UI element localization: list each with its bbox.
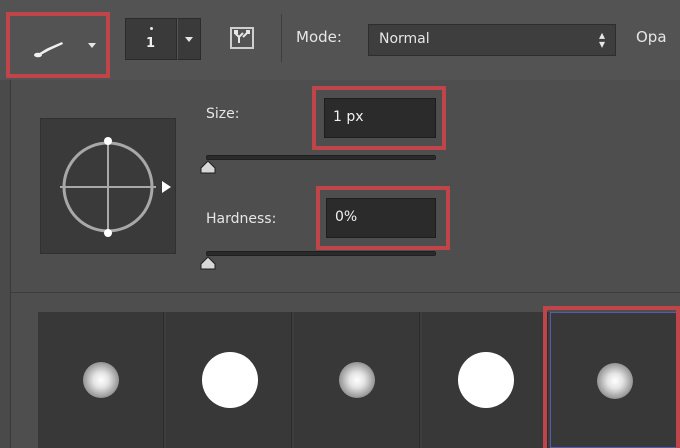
soft-round-brush-icon [83,362,119,398]
mode-label: Mode: [296,28,342,46]
brush-preset-item[interactable] [166,312,292,448]
brush-preset-item[interactable] [294,312,420,448]
brush-preset-item[interactable] [422,312,548,448]
up-down-chevron-icon: ▴ ▾ [598,28,605,51]
hardness-label: Hardness: [206,211,277,227]
brush-angle-roundness-widget[interactable] [40,118,176,254]
hard-round-brush-icon [202,352,258,408]
hardness-input-highlight [316,186,450,250]
blend-mode-value: Normal [379,31,430,47]
opacity-label: Opa [636,28,667,46]
brush-size-dropdown[interactable] [177,18,201,60]
brush-panel-toggle-button[interactable] [222,24,262,54]
tools-panel-edge [0,80,10,448]
hardness-slider-track[interactable] [206,251,436,256]
size-slider-track[interactable] [206,155,436,160]
slider-thumb-icon[interactable] [200,256,216,270]
soft-round-brush-icon [339,362,375,398]
size-label: Size: [206,106,240,122]
selected-preset-highlight [543,306,680,448]
toolbar-separator [281,14,282,62]
slider-thumb-icon[interactable] [200,160,216,174]
dropdown-arrow-icon [185,37,193,42]
brush-picker-highlight [6,12,110,78]
brush-tip-dot-icon [150,27,153,30]
brush-size-number: 1 [146,36,156,51]
options-bar: 1 Mode: Normal ▴ ▾ Opa [0,0,680,80]
brush-size-preview[interactable]: 1 [125,18,177,60]
brush-preset-item[interactable] [38,312,164,448]
brush-panel-toggle-icon [230,27,254,49]
panel-divider [10,292,680,293]
blend-mode-select[interactable]: Normal ▴ ▾ [368,24,616,56]
hard-round-brush-icon [458,352,514,408]
angle-crosshair-icon [60,137,171,237]
size-input-highlight [312,86,446,150]
